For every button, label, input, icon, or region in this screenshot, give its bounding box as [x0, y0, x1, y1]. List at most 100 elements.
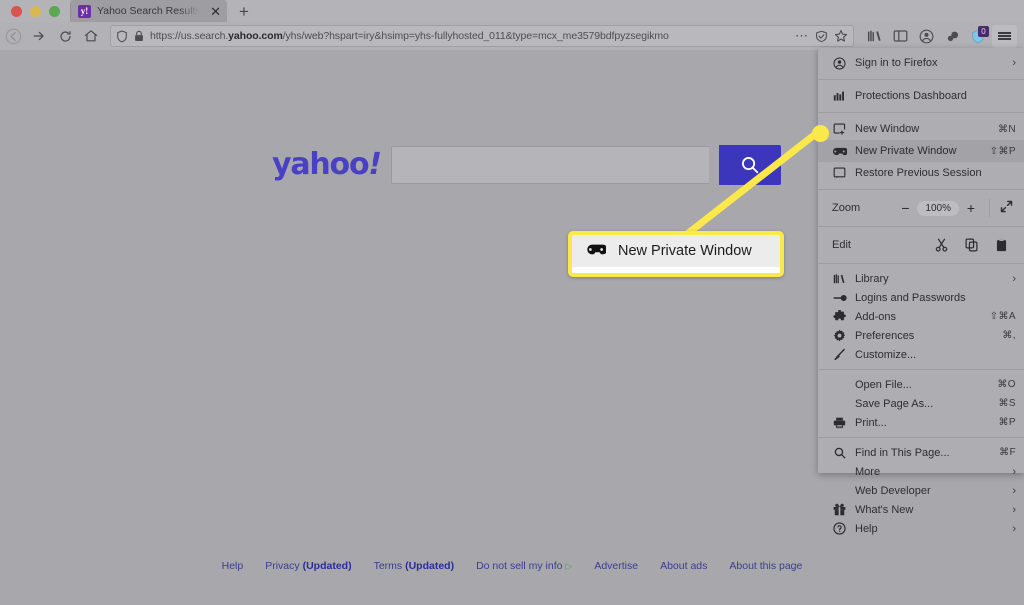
gear-icon [832, 329, 847, 342]
menu-item-web-developer[interactable]: Web Developer › [818, 481, 1024, 500]
privacy-options-icon: ▷ [565, 561, 573, 571]
menu-separator [818, 437, 1024, 438]
search-icon [832, 447, 847, 459]
menu-item-customize[interactable]: Customize... [818, 345, 1024, 364]
page-actions-icon[interactable]: ⋯ [795, 29, 809, 42]
footer-link[interactable]: About ads [660, 560, 707, 572]
forward-button[interactable] [26, 25, 52, 47]
browser-tab[interactable]: y! Yahoo Search Results - Web Se ✕ [70, 0, 227, 22]
tab-favicon: y! [78, 4, 91, 18]
menu-item-label: Add-ons [855, 310, 896, 323]
window-controls [0, 6, 70, 22]
fullscreen-button[interactable] [994, 200, 1018, 216]
zoom-out-button[interactable]: − [893, 200, 917, 216]
pocket-icon[interactable] [940, 25, 964, 47]
tab-title: Yahoo Search Results - Web Se [97, 5, 202, 17]
menu-separator [818, 189, 1024, 190]
menu-item-shortcut: ⇧⌘A [989, 311, 1016, 322]
menu-item-label: Sign in to Firefox [855, 57, 938, 69]
puzzle-icon [832, 310, 847, 323]
search-button[interactable] [718, 145, 781, 185]
callout-menu-item-new-private-window[interactable]: New Private Window [572, 235, 780, 267]
menu-item-preferences[interactable]: Preferences ⌘, [818, 326, 1024, 345]
menu-item-label: Customize... [855, 348, 917, 361]
menu-item-library[interactable]: Library › [818, 269, 1024, 288]
lock-icon[interactable] [134, 30, 144, 42]
hamburger-bar [998, 35, 1011, 37]
home-button[interactable] [78, 25, 104, 47]
menu-item-open-file[interactable]: Open File... ⌘O [818, 375, 1024, 394]
close-tab-icon[interactable]: ✕ [208, 5, 221, 18]
menu-item-protections-dashboard[interactable]: Protections Dashboard [818, 85, 1024, 107]
sidebar-icon[interactable] [888, 25, 912, 47]
menu-item-label: Find in This Page... [855, 446, 950, 459]
menu-item-shortcut: ⌘S [998, 398, 1016, 409]
menu-item-add-ons[interactable]: Add-ons ⇧⌘A [818, 307, 1024, 326]
menu-item-print[interactable]: Print... ⌘P [818, 413, 1024, 432]
menu-item-label: Print... [855, 416, 887, 429]
hamburger-bar [998, 38, 1011, 40]
paste-icon[interactable] [986, 238, 1016, 252]
cut-icon[interactable] [926, 238, 956, 252]
account-icon[interactable] [914, 25, 938, 47]
close-window-button[interactable] [11, 6, 22, 17]
minimize-window-button[interactable] [30, 6, 41, 17]
menu-item-logins-and-passwords[interactable]: Logins and Passwords [818, 288, 1024, 307]
shield-chart-icon [832, 90, 847, 102]
new-tab-button[interactable]: + [227, 3, 259, 22]
page-footer: Help Privacy (Updated) Terms (Updated) D… [0, 560, 1024, 572]
menu-separator [818, 226, 1024, 227]
search-input[interactable] [390, 146, 709, 184]
toolbar-icons: 0 [862, 24, 1024, 48]
yahoo-logo[interactable]: yahoo! [272, 147, 382, 182]
menu-item-shortcut: ⇧⌘P [989, 145, 1016, 157]
menu-item-restore-previous-session[interactable]: Restore Previous Session [818, 162, 1024, 184]
menu-separator [818, 263, 1024, 264]
key-icon [832, 293, 847, 303]
menu-item-new-window[interactable]: New Window ⌘N [818, 118, 1024, 140]
callout-zoom-box: New Private Window [568, 231, 784, 277]
extension-icon[interactable]: 0 [966, 25, 990, 47]
menu-item-label: Library [855, 272, 889, 285]
menu-item-label: Protections Dashboard [855, 90, 967, 102]
tracking-protection-shield-icon[interactable] [116, 29, 128, 43]
menu-item-label: Web Developer [855, 484, 931, 497]
printer-icon [832, 417, 847, 429]
address-bar[interactable]: https://us.search.yahoo.com/yhs/web?hspa… [110, 25, 854, 47]
menu-item-sign-in-to-firefox[interactable]: Sign in to Firefox › [818, 52, 1024, 74]
menu-item-help[interactable]: Help › [818, 519, 1024, 538]
callout-next-item-peek [572, 267, 780, 273]
menu-zoom-row: Zoom − 100% + [818, 195, 1024, 221]
footer-link[interactable]: Help [222, 560, 244, 572]
footer-link[interactable]: Terms (Updated) [374, 560, 455, 572]
copy-icon[interactable] [956, 238, 986, 252]
zoom-in-button[interactable]: + [959, 200, 983, 216]
library-icon[interactable] [862, 25, 886, 47]
brush-icon [832, 348, 847, 361]
yahoo-bang: ! [368, 147, 382, 182]
menu-item-shortcut: ⌘O [997, 379, 1016, 390]
menu-item-save-page-as[interactable]: Save Page As... ⌘S [818, 394, 1024, 413]
reload-button[interactable] [52, 25, 78, 47]
tab-strip: y! Yahoo Search Results - Web Se ✕ + [0, 0, 1024, 22]
app-menu-button[interactable] [992, 24, 1017, 48]
menu-item-label: Preferences [855, 329, 915, 342]
reader-mode-icon[interactable] [815, 30, 828, 43]
bookmark-star-icon[interactable] [834, 29, 848, 43]
zoom-level-value[interactable]: 100% [917, 200, 959, 216]
footer-link[interactable]: About this page [729, 560, 802, 572]
footer-link[interactable]: Do not sell my info ▷ [476, 560, 572, 572]
footer-link[interactable]: Advertise [594, 560, 638, 572]
menu-item-more[interactable]: More › [818, 462, 1024, 481]
maximize-window-button[interactable] [49, 6, 60, 17]
menu-item-whats-new[interactable]: What's New › [818, 500, 1024, 519]
updated-badge: (Updated) [302, 560, 352, 572]
updated-badge: (Updated) [405, 560, 455, 572]
footer-link[interactable]: Privacy (Updated) [265, 560, 351, 572]
menu-item-new-private-window[interactable]: New Private Window ⇧⌘P [818, 140, 1024, 162]
url-text[interactable]: https://us.search.yahoo.com/yhs/web?hspa… [150, 30, 789, 42]
restore-session-icon [832, 167, 847, 179]
menu-separator [818, 112, 1024, 113]
menu-item-find-in-this-page[interactable]: Find in This Page... ⌘F [818, 443, 1024, 462]
back-button[interactable] [0, 25, 26, 47]
